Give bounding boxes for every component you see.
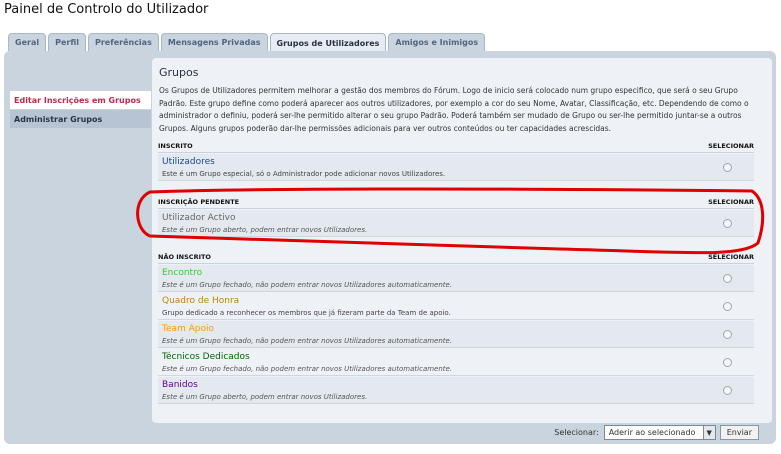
- tab-grupos-de-utilizadores[interactable]: Grupos de Utilizadores: [269, 33, 387, 52]
- group-name[interactable]: Encontro: [162, 268, 202, 278]
- group-name[interactable]: Quadro de Honra: [162, 296, 239, 306]
- group-name[interactable]: Banidos: [162, 380, 198, 390]
- section-header-pendente: INSCRIÇÃO PENDENTE SELECIONAR: [158, 196, 754, 209]
- group-radio[interactable]: [723, 219, 732, 228]
- chevron-down-icon[interactable]: ▼: [702, 426, 715, 439]
- group-row-utilizadores: Utilizadores Este é um Grupo especial, s…: [158, 154, 754, 181]
- page-title: Painel de Controlo do Utilizador: [4, 2, 209, 17]
- section-header-nao-inscrito: NÃO INSCRITO SELECIONAR: [158, 251, 754, 264]
- submit-button[interactable]: Enviar: [719, 425, 759, 440]
- tab-mensagens-privadas[interactable]: Mensagens Privadas: [160, 33, 268, 51]
- group-row-team-apoio: Team Apoio Este é um Grupo fechado, não …: [158, 321, 754, 348]
- footer-actions: Selecionar: Aderir ao selecionado ▼ Envi…: [554, 425, 759, 440]
- section-title: Grupos: [159, 66, 199, 79]
- group-description: Este é um Grupo fechado, não podem entra…: [162, 365, 453, 373]
- group-radio: [723, 330, 732, 339]
- section-label: NÃO INSCRITO: [158, 253, 211, 261]
- section-label: INSCRIÇÃO PENDENTE: [158, 198, 240, 206]
- sidebar-item-administrar-grupos[interactable]: Administrar Grupos: [10, 110, 151, 128]
- group-radio: [723, 358, 732, 367]
- group-row-utilizador-activo: Utilizador Activo Este é um Grupo aberto…: [158, 210, 754, 237]
- select-column-label: SELECIONAR: [708, 253, 754, 261]
- sidebar: Editar Inscrições em Grupos Administrar …: [10, 91, 151, 128]
- group-row-encontro: Encontro Este é um Grupo fechado, não po…: [158, 265, 754, 292]
- group-name[interactable]: Utilizadores: [162, 157, 215, 167]
- group-row-quadro-de-honra: Quadro de Honra Grupo dedicado a reconhe…: [158, 293, 754, 320]
- tab-amigos-e-inimigos[interactable]: Amigos e Inimigos: [388, 33, 486, 51]
- select-column-label: SELECIONAR: [708, 142, 754, 150]
- tab-geral[interactable]: Geral: [8, 33, 47, 51]
- group-row-tecnicos-dedicados: Técnicos Dedicados Este é um Grupo fecha…: [158, 349, 754, 376]
- select-column-label: SELECIONAR: [708, 198, 754, 206]
- select-value: Aderir ao selecionado: [608, 428, 696, 437]
- group-radio: [723, 163, 732, 172]
- group-radio: [723, 302, 732, 311]
- action-select[interactable]: Aderir ao selecionado ▼: [603, 425, 716, 440]
- group-description: Grupo dedicado a reconhecer os membros q…: [162, 309, 451, 317]
- tab-preferencias[interactable]: Preferências: [87, 33, 159, 51]
- group-name[interactable]: Técnicos Dedicados: [162, 352, 250, 362]
- tab-perfil[interactable]: Perfil: [48, 33, 86, 51]
- group-description: Este é um Grupo especial, só o Administr…: [162, 170, 446, 178]
- group-row-banidos: Banidos Este é um Grupo aberto, podem en…: [158, 377, 754, 404]
- sidebar-item-editar-inscricoes[interactable]: Editar Inscrições em Grupos: [10, 91, 151, 109]
- group-radio[interactable]: [723, 386, 732, 395]
- section-label: INSCRITO: [158, 142, 193, 150]
- group-name[interactable]: Team Apoio: [162, 324, 214, 334]
- group-description: Este é um Grupo fechado, não podem entra…: [162, 281, 453, 289]
- group-description: Este é um Grupo aberto, podem entrar nov…: [162, 393, 368, 401]
- group-description: Este é um Grupo aberto, podem entrar nov…: [162, 226, 368, 234]
- intro-text: Os Grupos de Utilizadores permitem melho…: [159, 86, 749, 133]
- group-description: Este é um Grupo fechado, não podem entra…: [162, 337, 453, 345]
- section-header-inscrito: INSCRITO SELECIONAR: [158, 140, 754, 153]
- group-radio: [723, 274, 732, 283]
- select-label: Selecionar:: [554, 428, 599, 437]
- tab-bar: Geral Perfil Preferências Mensagens Priv…: [8, 33, 487, 52]
- group-name[interactable]: Utilizador Activo: [162, 213, 235, 223]
